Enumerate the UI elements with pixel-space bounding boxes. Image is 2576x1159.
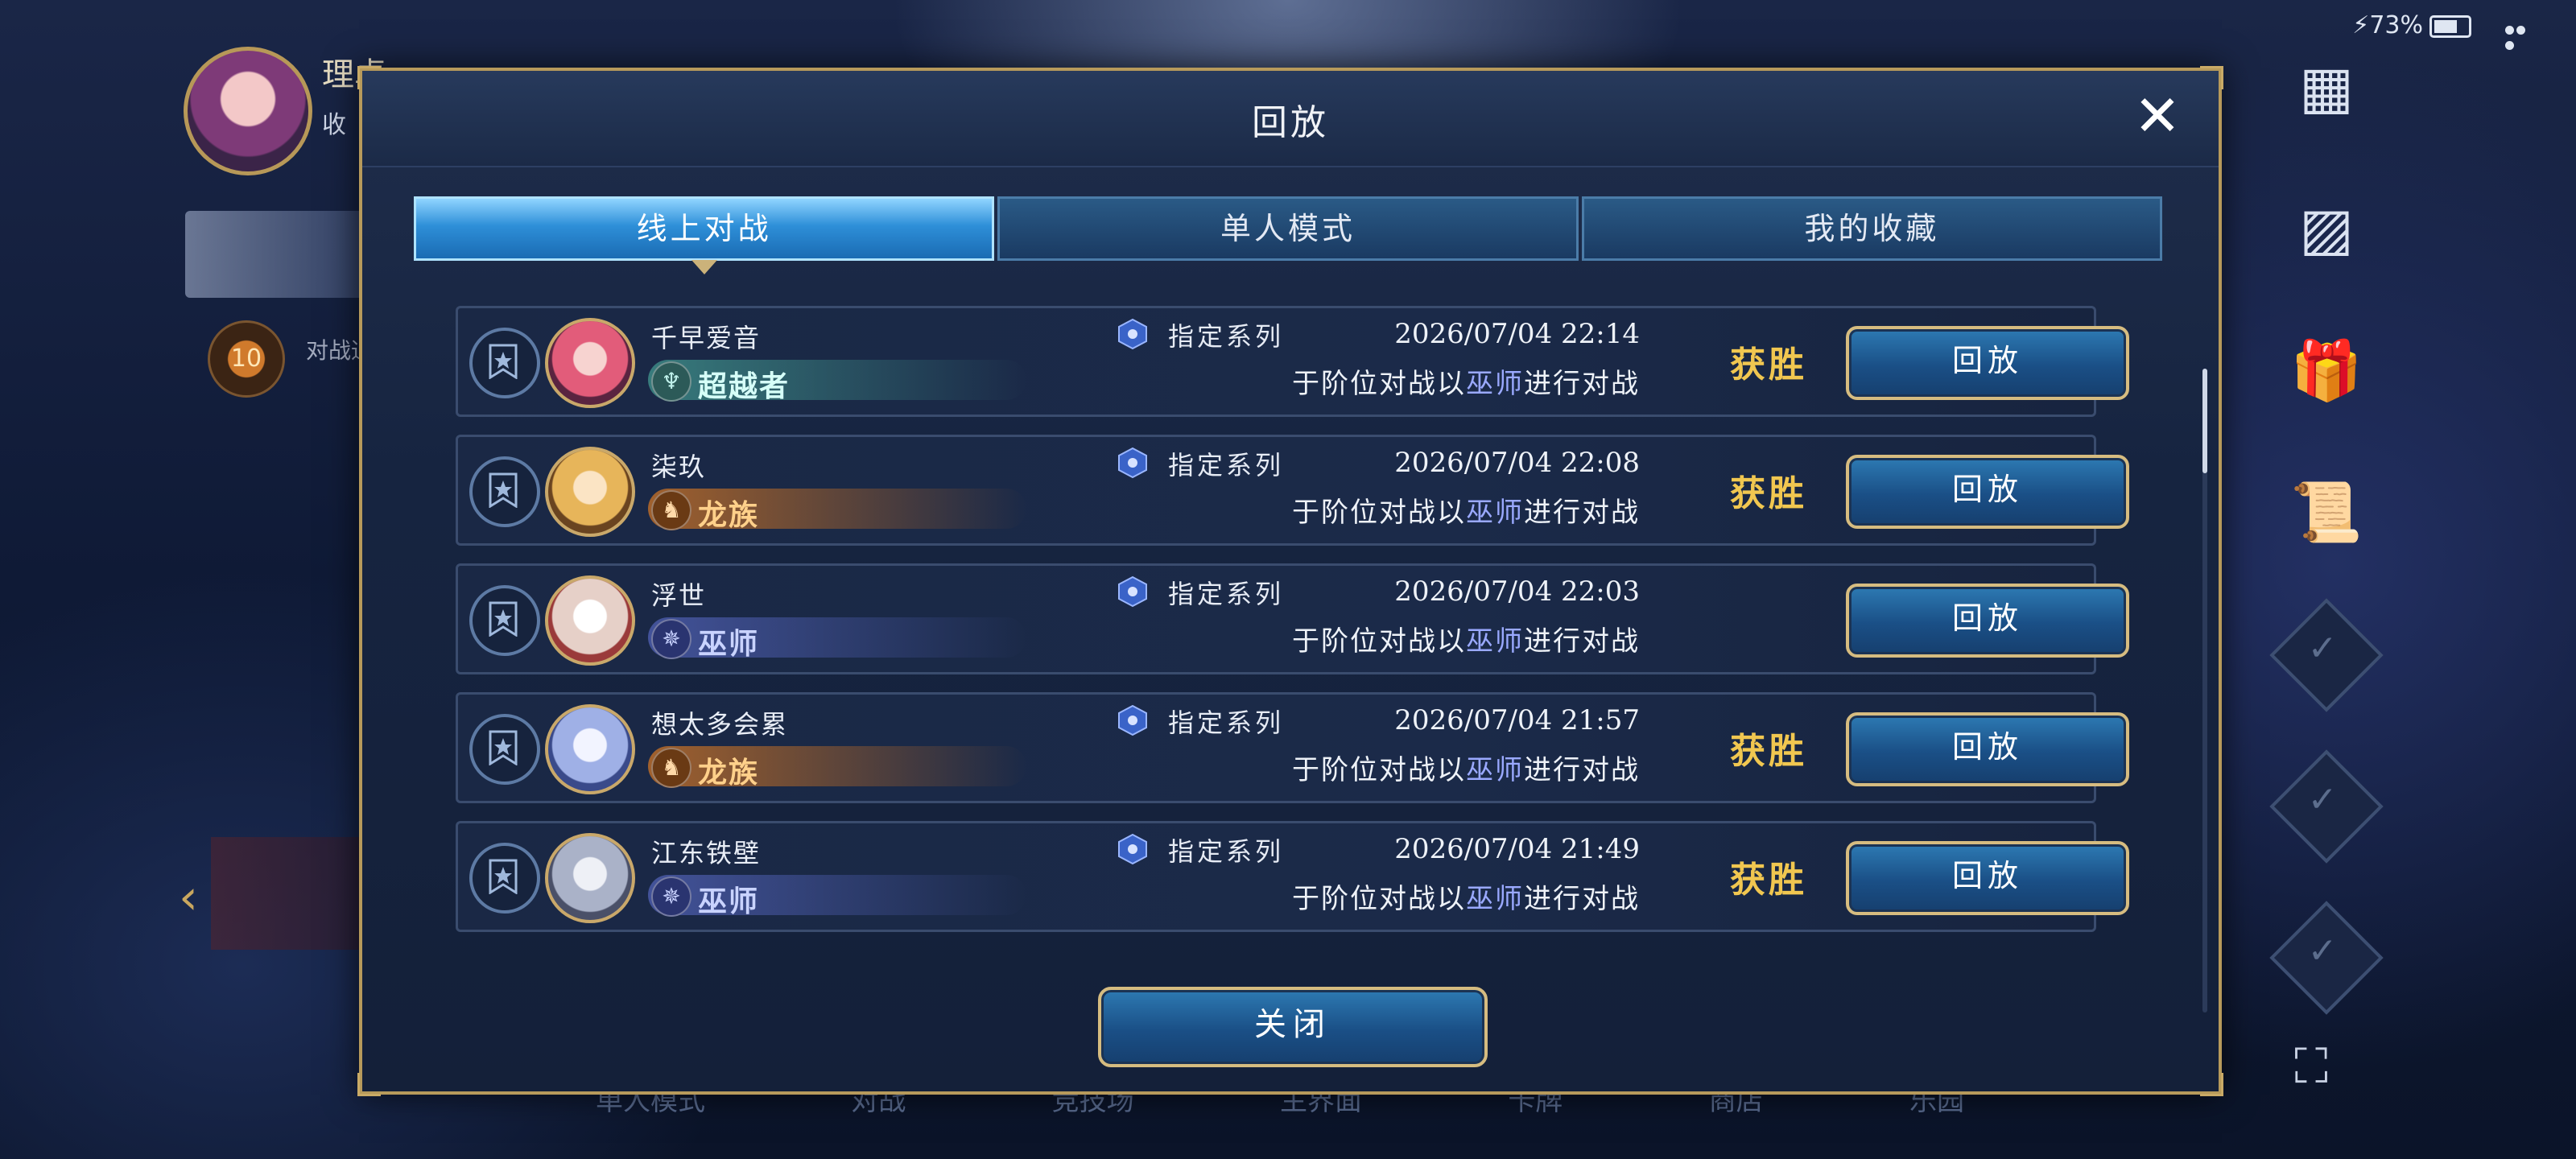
player-tag: 收 [322, 111, 346, 139]
corner-ornament [357, 1073, 381, 1096]
favorite-star-icon[interactable] [469, 585, 540, 656]
replay-datetime: 2026/07/04 21:57 [1394, 704, 1640, 736]
replay-description: 于阶位对战以巫师进行对战 [1292, 754, 1640, 786]
opponent-name: 江东铁壁 [651, 838, 762, 868]
opponent-name: 想太多会累 [651, 709, 789, 740]
dragon-icon: ♞ [651, 748, 691, 788]
deck-hex-icon [1118, 447, 1147, 479]
deck-hex-icon [1118, 704, 1147, 736]
battery-icon [2429, 14, 2471, 38]
deck-label: 指定系列 [1168, 579, 1285, 609]
check-diamond-icon[interactable]: ✓ [2269, 749, 2384, 864]
charging-icon: ⚡ [2352, 11, 2370, 39]
result-badge: 获胜 [1730, 344, 1807, 386]
replay-description: 于阶位对战以巫师进行对战 [1292, 883, 1640, 915]
fullscreen-icon[interactable]: ⛶ [2294, 1038, 2328, 1095]
banner-card[interactable] [185, 211, 370, 298]
class-label: 龙族 [698, 756, 760, 790]
deck-label: 指定系列 [1168, 321, 1285, 352]
opponent-avatar [545, 575, 635, 666]
replay-datetime: 2026/07/04 22:03 [1394, 575, 1640, 608]
class-tag: ✵ 巫师 [648, 617, 1026, 661]
result-badge: 获胜 [1730, 731, 1807, 772]
chevron-left-icon[interactable]: ‹ [179, 869, 198, 926]
deck-hex-icon [1118, 833, 1147, 865]
close-button[interactable]: 关闭 [1098, 987, 1488, 1067]
class-label: 巫师 [698, 885, 760, 918]
close-icon[interactable]: ✕ [2128, 87, 2186, 145]
replay-description: 于阶位对战以巫师进行对战 [1292, 625, 1640, 658]
gift-icon[interactable]: 🎁 [2288, 332, 2365, 409]
scroll-icon[interactable]: 📜 [2288, 473, 2365, 551]
tab-bar: 线上对战 单人模式 我的收藏 [414, 196, 2165, 274]
opponent-name: 柒玖 [651, 452, 707, 482]
deck-hex-icon [1118, 575, 1147, 608]
replay-row: 浮世 ✵ 巫师 指定系列 2026/07/04 22:03 于阶位对战以巫师进行… [456, 563, 2129, 674]
replay-row: 江东铁壁 ✵ 巫师 指定系列 2026/07/04 21:49 于阶位对战以巫师… [456, 821, 2129, 932]
class-tag: ♆ 超越者 [648, 360, 1026, 403]
transcendent-icon: ♆ [651, 361, 691, 402]
favorite-star-icon[interactable] [469, 328, 540, 398]
dragon-icon: ♞ [651, 490, 691, 530]
opponent-name: 千早爱音 [651, 323, 762, 353]
replay-datetime: 2026/07/04 22:08 [1394, 447, 1640, 479]
check-diamond-icon[interactable]: ✓ [2269, 598, 2384, 712]
replay-dialog: 回放 ✕ 线上对战 单人模式 我的收藏 千早爱音 ♆ 超越者 指定系列 2026… [357, 66, 2223, 1096]
opponent-avatar [545, 833, 635, 923]
deck-label: 指定系列 [1168, 707, 1285, 738]
check-diamond-icon[interactable]: ✓ [2269, 901, 2384, 1015]
replay-button[interactable]: 回放 [1846, 326, 2129, 400]
more-dots-icon[interactable] [2505, 23, 2537, 50]
opponent-avatar [545, 704, 635, 794]
tab-my-favorites[interactable]: 我的收藏 [1581, 196, 2162, 261]
class-label: 超越者 [698, 369, 791, 403]
scrollbar-thumb[interactable] [2202, 369, 2207, 473]
image-edit-icon[interactable]: ▨ [2288, 190, 2365, 267]
status-bar: ⚡73% [2352, 11, 2471, 39]
replay-button[interactable]: 回放 [1846, 584, 2129, 658]
replay-description: 于阶位对战以巫师进行对战 [1292, 497, 1640, 529]
grid-menu-icon[interactable]: ▦ [2288, 48, 2365, 126]
replay-row: 柒玖 ♞ 龙族 指定系列 2026/07/04 22:08 于阶位对战以巫师进行… [456, 435, 2129, 546]
result-badge: 获胜 [1730, 860, 1807, 901]
opponent-avatar [545, 447, 635, 537]
replay-button[interactable]: 回放 [1846, 712, 2129, 786]
player-avatar[interactable] [184, 47, 312, 175]
replay-description: 于阶位对战以巫师进行对战 [1292, 368, 1640, 400]
wizard-icon: ✵ [651, 619, 691, 659]
opponent-name: 浮世 [651, 580, 707, 611]
favorite-star-icon[interactable] [469, 843, 540, 914]
replay-list: 千早爱音 ♆ 超越者 指定系列 2026/07/04 22:14 于阶位对战以巫… [456, 306, 2129, 1014]
class-tag: ✵ 巫师 [648, 875, 1026, 918]
tab-solo-mode[interactable]: 单人模式 [997, 196, 1579, 261]
right-rail: ▦ ▨ 🎁 📜 ✓ ✓ ✓ [2269, 48, 2384, 1069]
wizard-icon: ✵ [651, 876, 691, 917]
result-badge: 获胜 [1730, 473, 1807, 514]
replay-datetime: 2026/07/04 22:14 [1394, 318, 1640, 350]
deck-hex-icon [1118, 318, 1147, 350]
deck-label: 指定系列 [1168, 836, 1285, 867]
replay-button[interactable]: 回放 [1846, 841, 2129, 915]
event-card[interactable] [211, 837, 372, 950]
deck-label: 指定系列 [1168, 450, 1285, 481]
corner-ornament [2200, 66, 2223, 89]
replay-button[interactable]: 回放 [1846, 455, 2129, 529]
level-badge: 10 [208, 320, 285, 398]
opponent-avatar [545, 318, 635, 408]
class-tag: ♞ 龙族 [648, 746, 1026, 790]
replay-row: 想太多会累 ♞ 龙族 指定系列 2026/07/04 21:57 于阶位对战以巫… [456, 692, 2129, 803]
class-label: 巫师 [698, 627, 760, 661]
corner-ornament [357, 66, 381, 89]
dialog-title: 回放 [1252, 102, 1329, 143]
replay-row: 千早爱音 ♆ 超越者 指定系列 2026/07/04 22:14 于阶位对战以巫… [456, 306, 2129, 417]
battery-percent: 73% [2369, 11, 2423, 39]
class-tag: ♞ 龙族 [648, 489, 1026, 532]
corner-ornament [2200, 1073, 2223, 1096]
replay-datetime: 2026/07/04 21:49 [1394, 833, 1640, 865]
favorite-star-icon[interactable] [469, 714, 540, 785]
tab-online-battle[interactable]: 线上对战 [414, 196, 995, 274]
class-label: 龙族 [698, 498, 760, 532]
favorite-star-icon[interactable] [469, 456, 540, 527]
